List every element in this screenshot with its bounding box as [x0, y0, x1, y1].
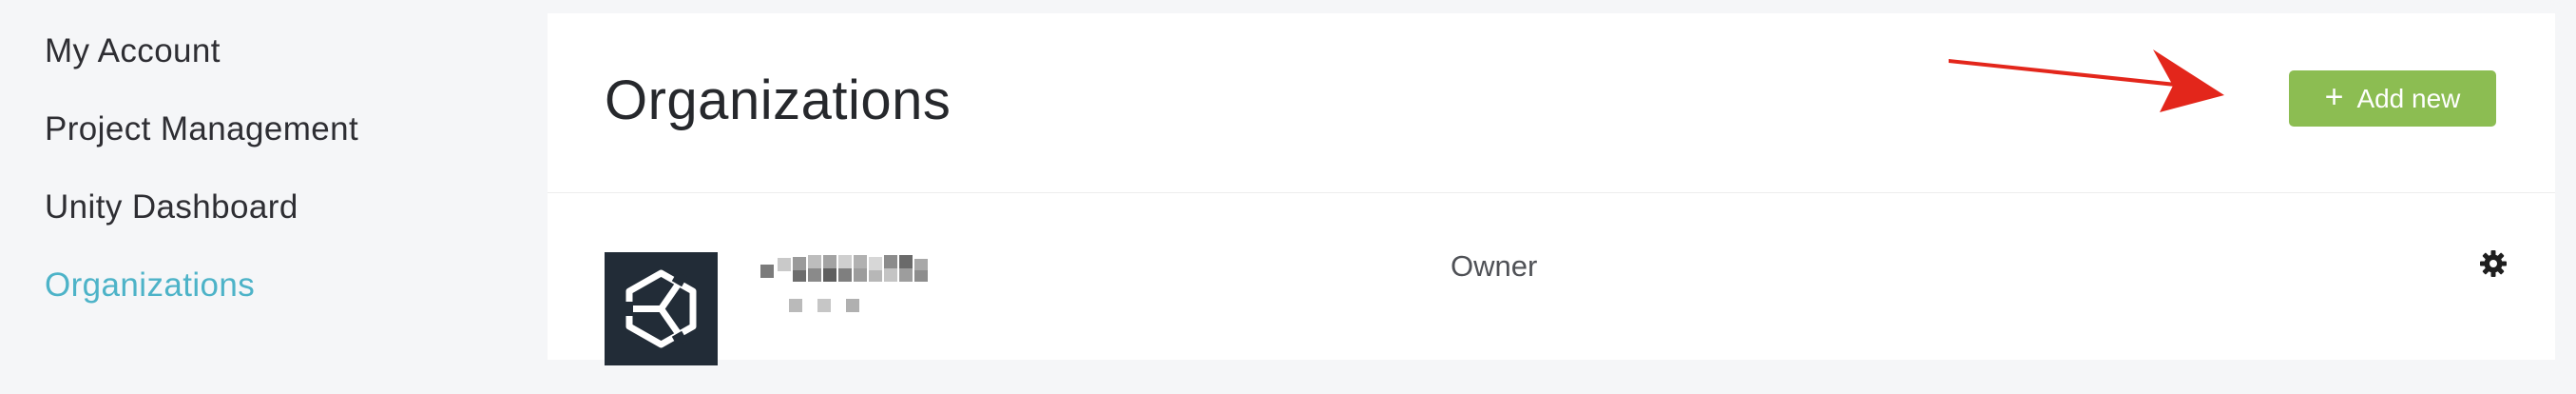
sidebar: My Account Project Management Unity Dash…	[0, 0, 548, 394]
panel-header: Organizations + Add new	[548, 13, 2555, 193]
sidebar-item-project-management[interactable]: Project Management	[45, 110, 358, 148]
page-title: Organizations	[605, 69, 952, 131]
add-new-label: Add new	[2356, 83, 2461, 113]
red-arrow-annotation	[1949, 49, 2224, 116]
add-new-button[interactable]: + Add new	[2289, 70, 2496, 127]
role-label: Owner	[1451, 249, 1538, 283]
gear-icon[interactable]	[2479, 249, 2508, 278]
sidebar-item-organizations[interactable]: Organizations	[45, 266, 255, 305]
plus-icon: +	[2324, 78, 2344, 115]
sidebar-item-unity-dashboard[interactable]: Unity Dashboard	[45, 188, 298, 227]
unity-logo-icon	[605, 252, 718, 365]
sidebar-item-my-account[interactable]: My Account	[45, 32, 221, 70]
org-name-redacted	[760, 253, 979, 320]
organizations-panel: Organizations + Add new Owner	[548, 13, 2555, 365]
table-row[interactable]: Owner	[548, 194, 2555, 365]
